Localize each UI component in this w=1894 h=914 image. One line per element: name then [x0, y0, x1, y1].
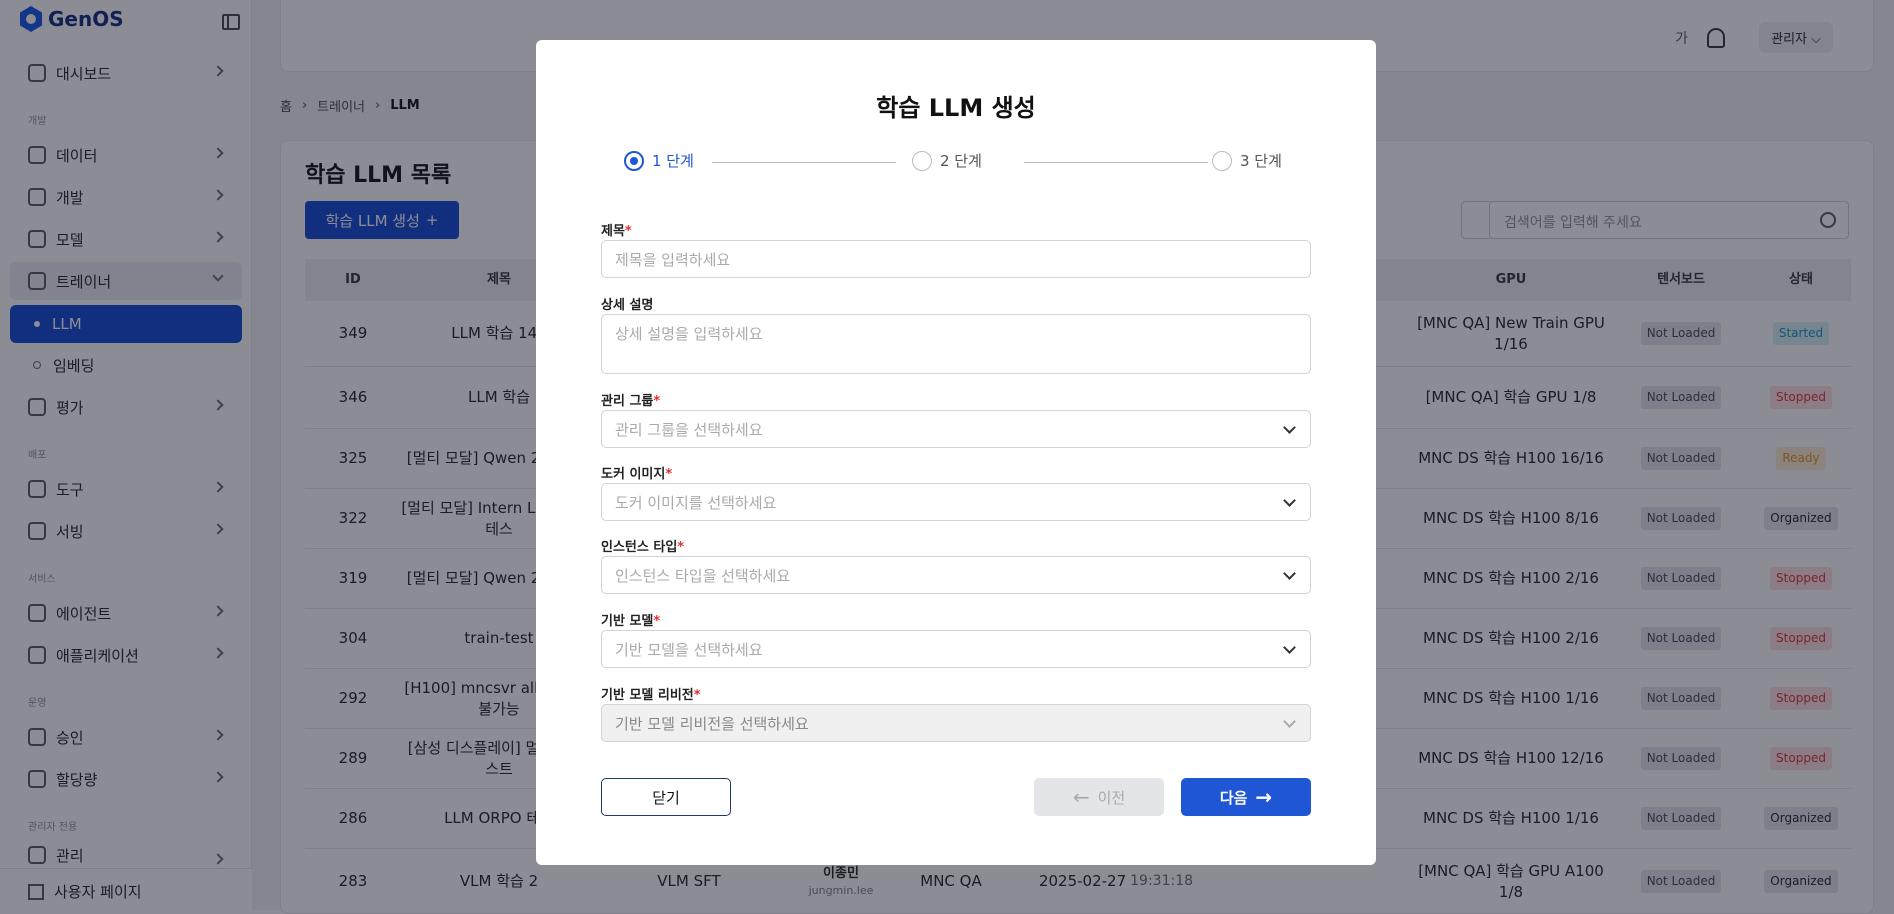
chevron-down-icon [1283, 715, 1296, 728]
modal-title: 학습 LLM 생성 [876, 94, 1036, 122]
step-2: 2 단계 [912, 150, 982, 171]
title-input[interactable]: 제목을 입력하세요 [601, 240, 1311, 278]
arrow-right-icon: → [1255, 785, 1273, 809]
create-llm-modal: 학습 LLM 생성 1 단계 2 단계 3 단계 제목* 제목을 입력하세요 상… [536, 40, 1376, 865]
chevron-down-icon [1283, 421, 1296, 434]
description-textarea[interactable]: 상세 설명을 입력하세요 [601, 314, 1311, 374]
chevron-down-icon [1283, 567, 1296, 580]
instance-type-select[interactable]: 인스턴스 타입을 선택하세요 [601, 556, 1311, 594]
desc-label: 상세 설명 [601, 298, 654, 313]
stepper: 1 단계 2 단계 3 단계 [624, 150, 1284, 174]
docker-image-select[interactable]: 도커 이미지를 선택하세요 [601, 483, 1311, 521]
step-3: 3 단계 [1212, 150, 1282, 171]
group-label: 관리 그룹* [601, 394, 661, 409]
base-model-label: 기반 모델* [601, 614, 661, 629]
group-select[interactable]: 관리 그룹을 선택하세요 [601, 410, 1311, 448]
step-active-icon [624, 150, 644, 171]
base-model-select[interactable]: 기반 모델을 선택하세요 [601, 630, 1311, 668]
close-button[interactable]: 닫기 [601, 778, 731, 816]
prev-button: ← 이전 [1034, 778, 1164, 816]
step-connector [1024, 162, 1208, 163]
instance-label: 인스턴스 타입* [601, 540, 685, 555]
chevron-down-icon [1283, 641, 1296, 654]
arrow-left-icon: ← [1072, 785, 1090, 809]
step-inactive-icon [1212, 150, 1232, 171]
base-revision-select: 기반 모델 리비전을 선택하세요 [601, 704, 1311, 742]
chevron-down-icon [1283, 494, 1296, 507]
step-inactive-icon [912, 150, 932, 171]
title-label: 제목* [601, 224, 632, 239]
step-1: 1 단계 [624, 150, 694, 171]
next-button[interactable]: 다음 → [1181, 778, 1311, 816]
docker-label: 도커 이미지* [601, 467, 673, 482]
step-connector [712, 162, 896, 163]
base-revision-label: 기반 모델 리비전* [601, 688, 701, 703]
